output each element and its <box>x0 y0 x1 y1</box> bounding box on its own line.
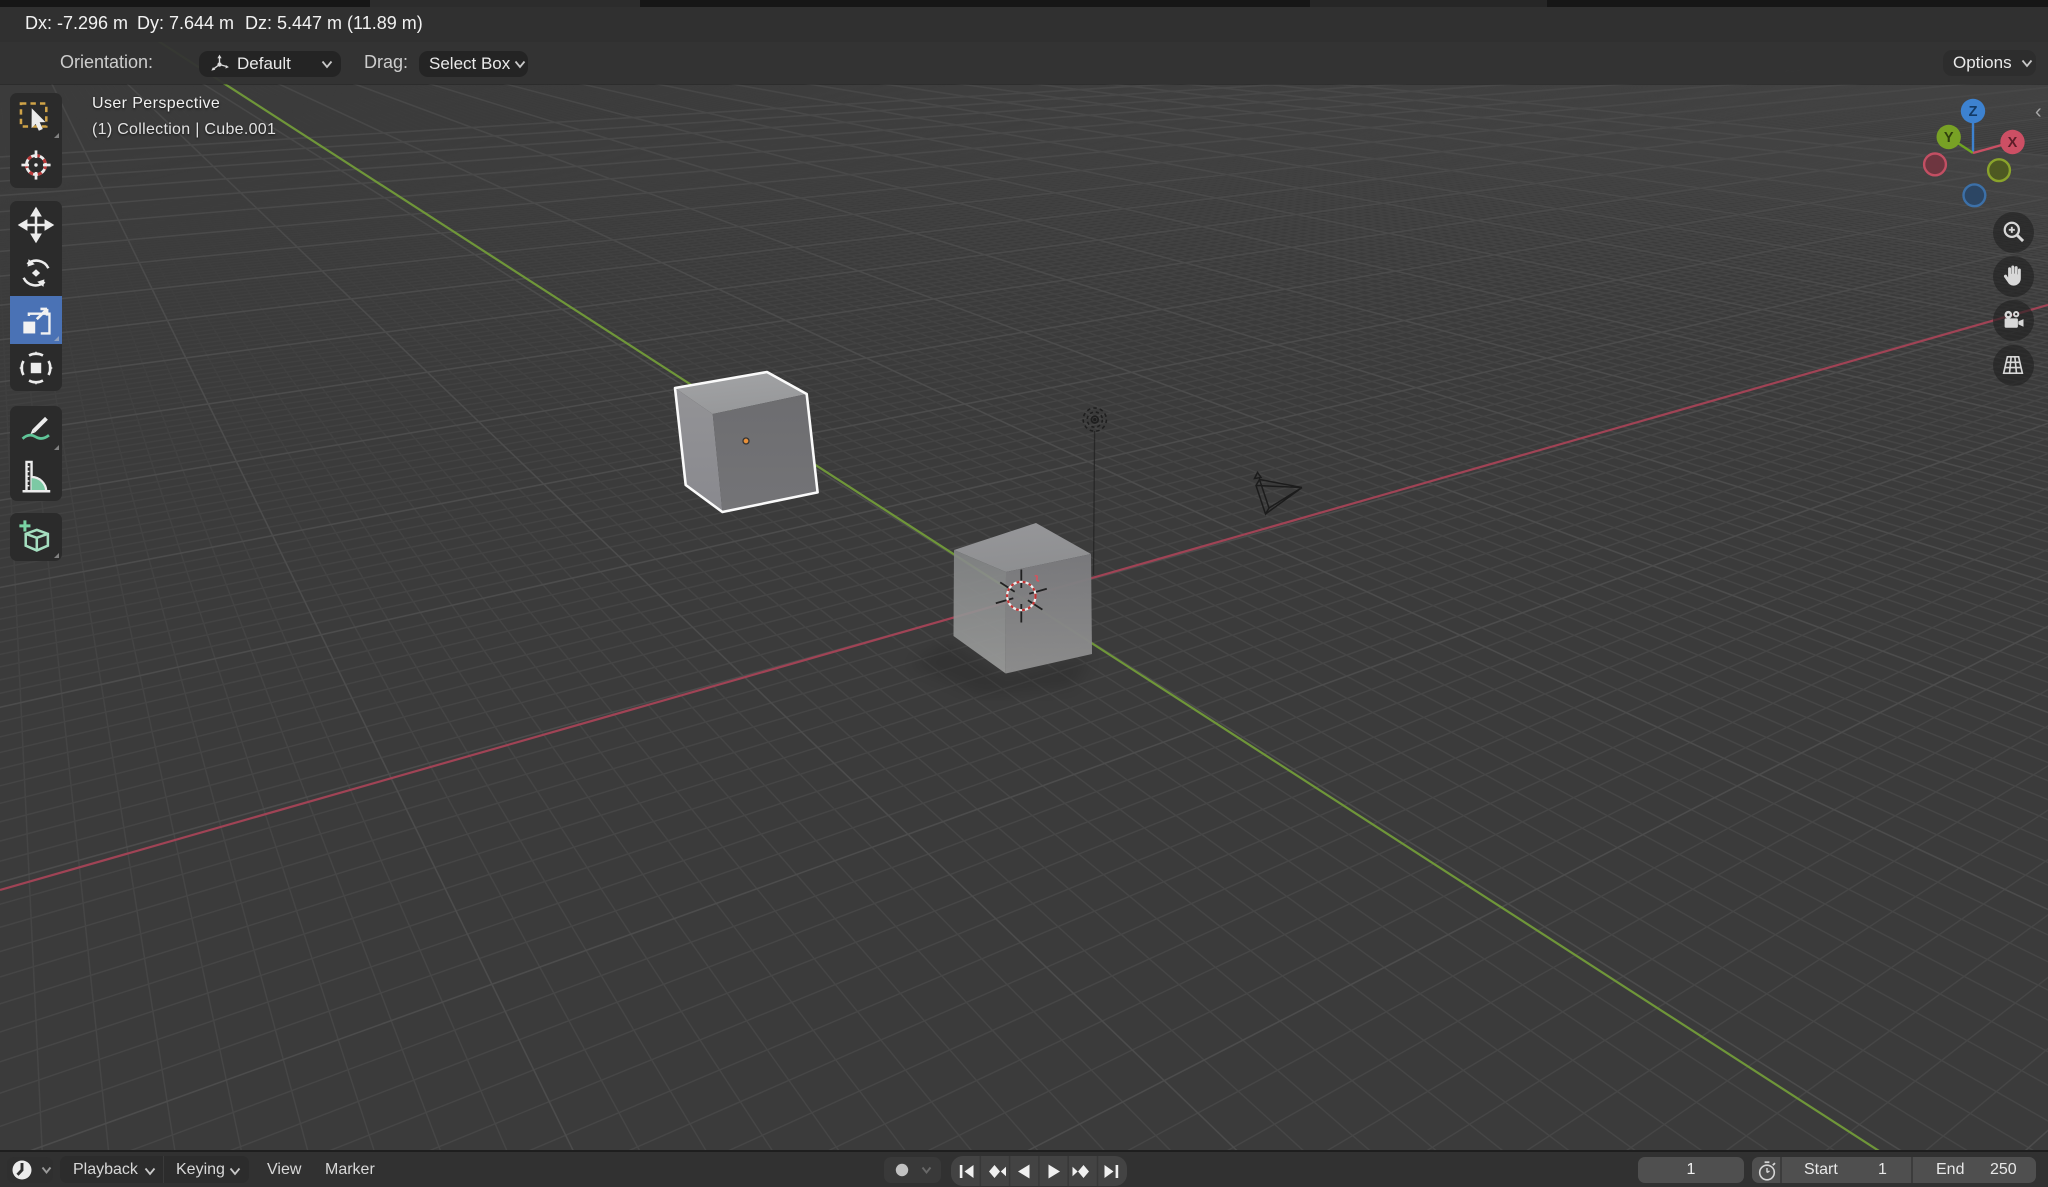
svg-text:X: X <box>2008 135 2018 151</box>
svg-text:Y: Y <box>1944 130 1954 146</box>
svg-text:Z: Z <box>1969 104 1978 120</box>
